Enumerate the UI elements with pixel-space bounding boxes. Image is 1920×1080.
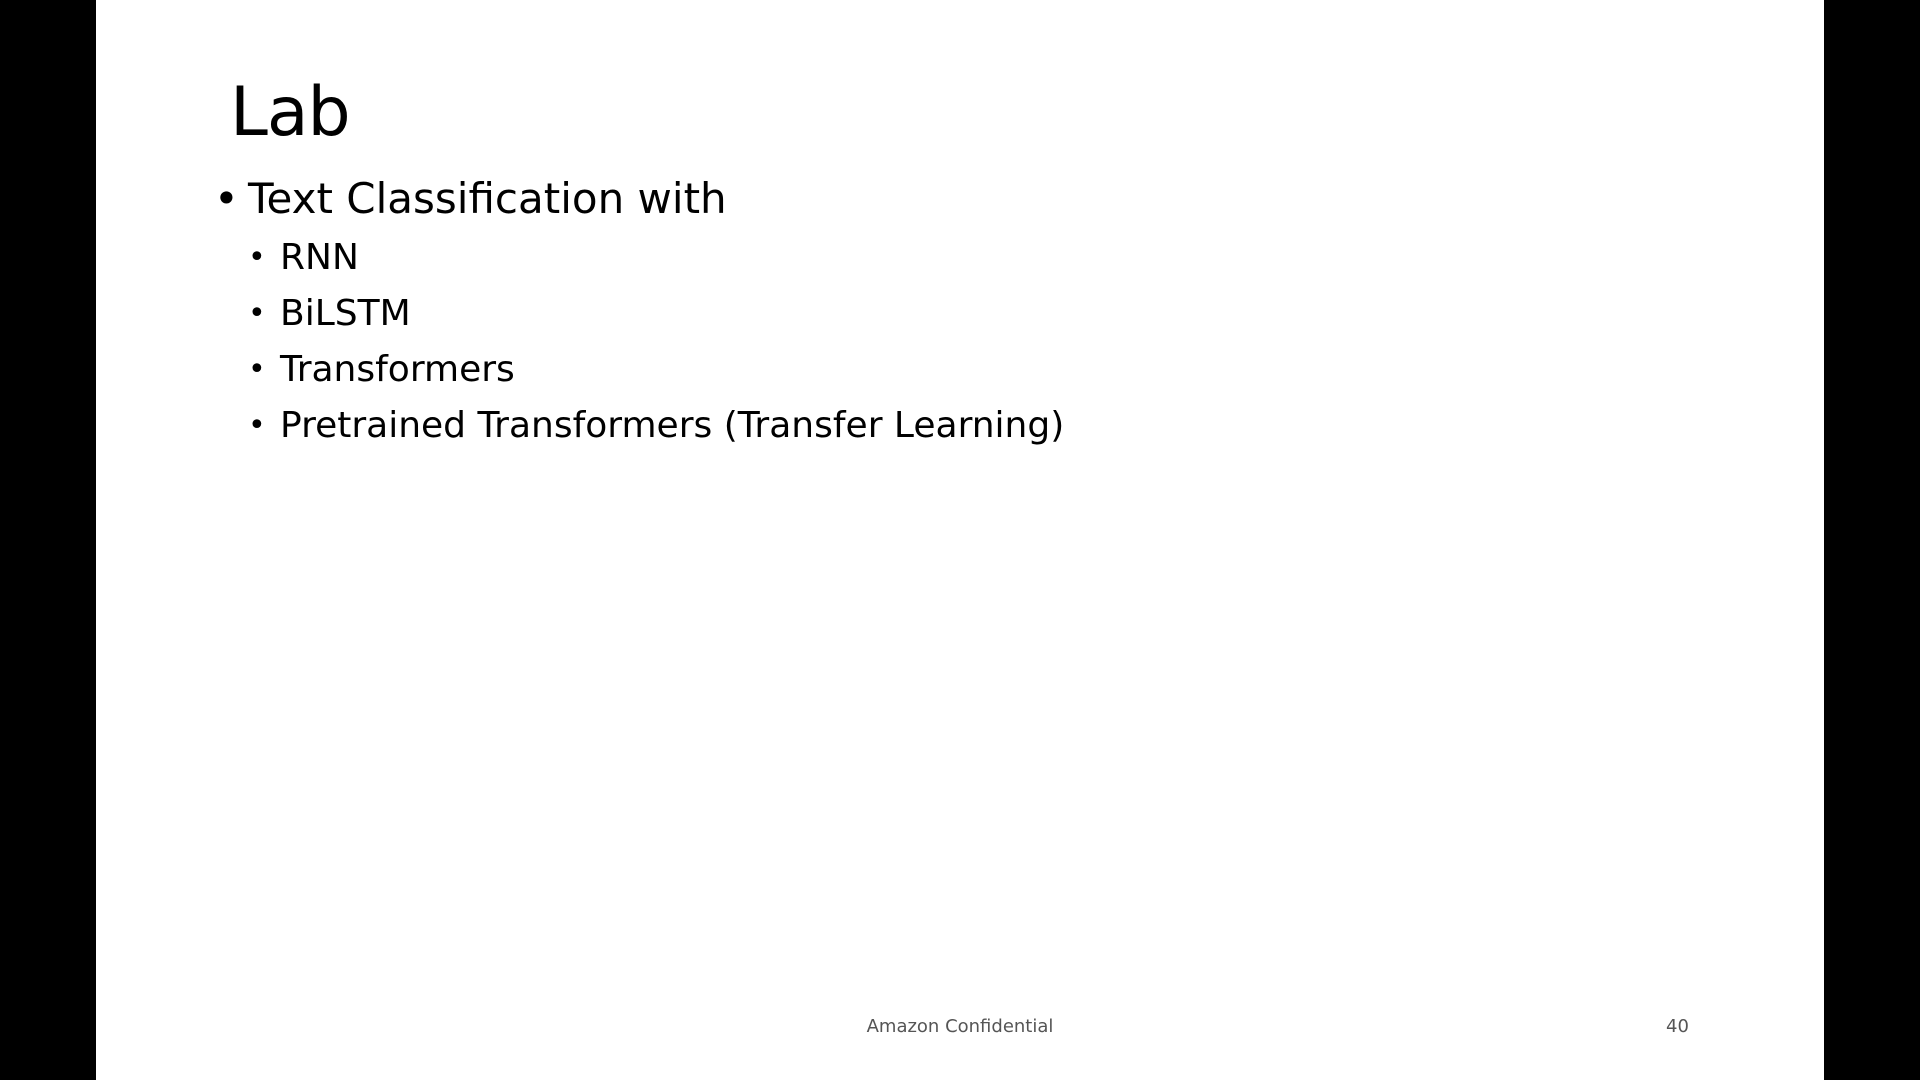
bullet-glyph: • (214, 174, 239, 223)
sub-bullet-text: Transformers (280, 349, 515, 390)
bullet-text: Text Classification with (248, 174, 727, 223)
sub-bullet-item: • BiLSTM (248, 286, 1064, 342)
sub-bullet-text: BiLSTM (280, 293, 411, 334)
sub-bullet-item: • Transformers (248, 342, 1064, 398)
sub-bullet-container: • RNN • BiLSTM • Transformers • Pretrain… (214, 230, 1064, 454)
sub-bullet-item: • RNN (248, 230, 1064, 286)
bullet-glyph: • (248, 352, 266, 387)
slide-title: Lab (230, 73, 351, 152)
sub-bullet-item: • Pretrained Transformers (Transfer Lear… (248, 398, 1064, 454)
sub-bullet-text: Pretrained Transformers (Transfer Learni… (280, 405, 1065, 446)
bullet-glyph: • (248, 240, 266, 275)
sub-bullet-list: • RNN • BiLSTM • Transformers • Pretrain… (248, 230, 1064, 454)
letterbox-frame: Lab • Text Classification with • RNN • B… (0, 0, 1920, 1080)
bullet-glyph: • (248, 408, 266, 443)
bullet-list: • Text Classification with • RNN • BiLST… (214, 168, 1064, 454)
slide: Lab • Text Classification with • RNN • B… (96, 0, 1824, 1080)
page-number: 40 (1666, 1016, 1689, 1037)
footer-text: Amazon Confidential (866, 1016, 1054, 1037)
sub-bullet-text: RNN (280, 237, 359, 278)
bullet-glyph: • (248, 296, 266, 331)
bullet-item: • Text Classification with (214, 168, 1030, 230)
